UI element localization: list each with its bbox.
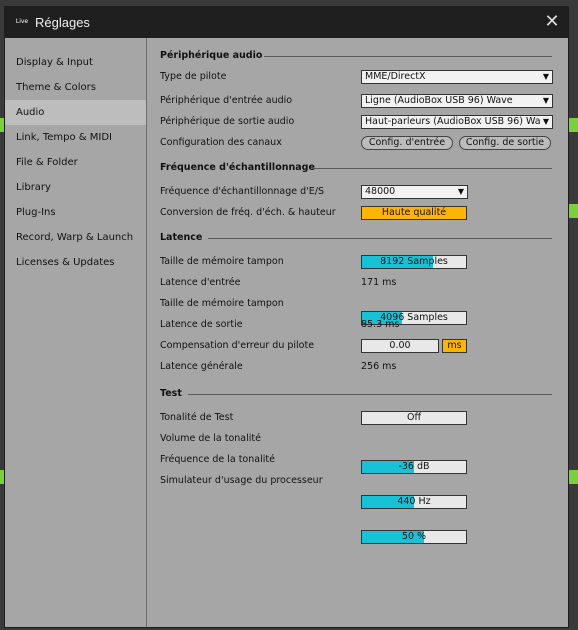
sidebar: Display & Input Theme & Colors Audio Lin… [5,38,147,627]
section-heading-latency: Latence [160,232,203,243]
buffer-size-in-label: Taille de mémoire tampon [160,256,284,267]
output-device-value: Haut-parleurs (AudioBox USB 96) Wave [365,116,540,127]
buffer-size-in-slider[interactable]: 8192 Samples [361,255,467,269]
io-sample-rate-value: 48000 [365,186,396,197]
sidebar-item-licenses-updates[interactable]: Licenses & Updates [5,250,146,275]
output-config-button[interactable]: Config. de sortie [459,136,551,150]
input-device-label: Périphérique d'entrée audio [160,95,293,106]
output-latency-label: Latence de sortie [160,319,243,330]
sidebar-item-audio[interactable]: Audio [5,100,146,125]
conversion-quality-toggle[interactable]: Haute qualité [361,206,467,220]
driver-comp-unit-toggle[interactable]: ms [442,339,467,353]
input-latency-value: 171 ms [361,277,397,288]
input-device-value: Ligne (AudioBox USB 96) Wave [365,95,513,106]
section-divider [264,56,552,57]
window-title: Réglages [35,15,90,30]
sidebar-item-display-input[interactable]: Display & Input [5,50,146,75]
io-sample-rate-label: Fréquence d'échantillonnage d'E/S [160,186,324,197]
tone-frequency-value: 440 Hz [397,496,431,507]
sidebar-item-link-tempo-midi[interactable]: Link, Tempo & MIDI [5,125,146,150]
input-latency-label: Latence d'entrée [160,277,241,288]
tone-frequency-slider[interactable]: 440 Hz [361,495,467,509]
output-device-label: Périphérique de sortie audio [160,116,295,127]
overall-latency-label: Latence générale [160,361,243,372]
tone-volume-label: Volume de la tonalité [160,433,261,444]
tone-frequency-label: Fréquence de la tonalité [160,454,275,465]
dropdown-arrow-icon: ▼ [457,187,464,196]
section-heading-test: Test [160,388,182,399]
channel-config-label: Configuration des canaux [160,137,282,148]
test-tone-toggle[interactable]: Off [361,411,467,425]
driver-type-label: Type de pilote [160,71,227,82]
buffer-size-in-value: 8192 Samples [380,256,448,267]
overall-latency-value: 256 ms [361,361,397,372]
close-icon[interactable]: ✕ [542,12,562,32]
preferences-window: Live Réglages ✕ Display & Input Theme & … [4,6,569,628]
section-divider [208,238,552,239]
test-tone-label: Tonalité de Test [160,412,234,423]
dropdown-arrow-icon: ▼ [542,72,549,81]
io-sample-rate-dropdown[interactable]: 48000 ▼ [361,185,468,199]
sidebar-item-plug-ins[interactable]: Plug-Ins [5,200,146,225]
driver-type-value: MME/DirectX [365,71,426,82]
driver-comp-input[interactable]: 0.00 [361,339,439,353]
output-latency-value: 85.3 ms [361,319,400,330]
input-device-dropdown[interactable]: Ligne (AudioBox USB 96) Wave ▼ [361,94,553,108]
conversion-label: Conversion de fréq. d'éch. & hauteur [160,207,336,218]
section-divider [312,168,552,169]
dropdown-arrow-icon: ▼ [542,117,549,126]
cpu-sim-value: 50 % [401,531,427,542]
title-bar: Live Réglages ✕ [5,7,568,38]
live-logo-icon: Live [15,18,29,25]
input-config-button[interactable]: Config. d'entrée [361,136,453,150]
sidebar-item-theme-colors[interactable]: Theme & Colors [5,75,146,100]
cpu-sim-label: Simulateur d'usage du processeur [160,475,323,486]
buffer-size-out-label: Taille de mémoire tampon [160,298,284,309]
tone-volume-value: -36 dB [398,461,430,472]
section-divider [188,394,552,395]
dropdown-arrow-icon: ▼ [542,96,549,105]
sidebar-item-file-folder[interactable]: File & Folder [5,150,146,175]
sidebar-item-library[interactable]: Library [5,175,146,200]
audio-settings-panel: Périphérique audio Type de pilote MME/Di… [146,38,568,627]
sidebar-item-record-warp-launch[interactable]: Record, Warp & Launch [5,225,146,250]
driver-type-dropdown[interactable]: MME/DirectX ▼ [361,70,553,84]
driver-comp-label: Compensation d'erreur du pilote [160,340,315,351]
cpu-sim-slider[interactable]: 50 % [361,530,467,544]
output-device-dropdown[interactable]: Haut-parleurs (AudioBox USB 96) Wave ▼ [361,115,553,129]
section-heading-audio-device: Périphérique audio [160,50,263,61]
section-heading-sample-rate: Fréquence d'échantillonnage [160,162,315,173]
tone-volume-slider[interactable]: -36 dB [361,460,467,474]
